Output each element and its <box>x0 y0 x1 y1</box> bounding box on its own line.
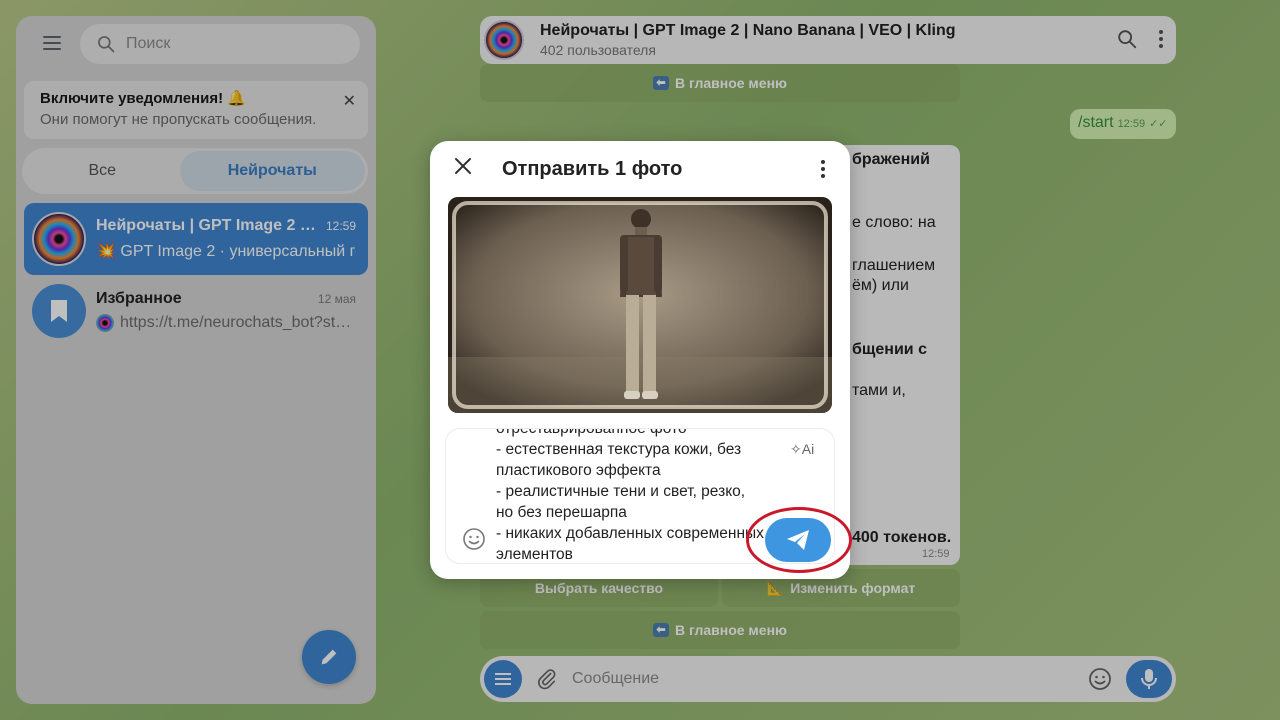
emoji-icon[interactable] <box>462 527 486 551</box>
more-options-icon[interactable] <box>820 159 826 179</box>
ai-format-icon[interactable]: ✧Ai <box>790 441 814 458</box>
caption-text[interactable]: отреставрированное фото - естественная т… <box>496 429 766 563</box>
dialog-title: Отправить 1 фото <box>502 158 683 180</box>
vintage-portrait-image <box>448 197 832 413</box>
close-icon[interactable] <box>454 157 472 175</box>
ai-label: Ai <box>801 441 815 457</box>
send-button-highlight-ring <box>746 507 852 573</box>
photo-preview[interactable] <box>448 197 832 413</box>
